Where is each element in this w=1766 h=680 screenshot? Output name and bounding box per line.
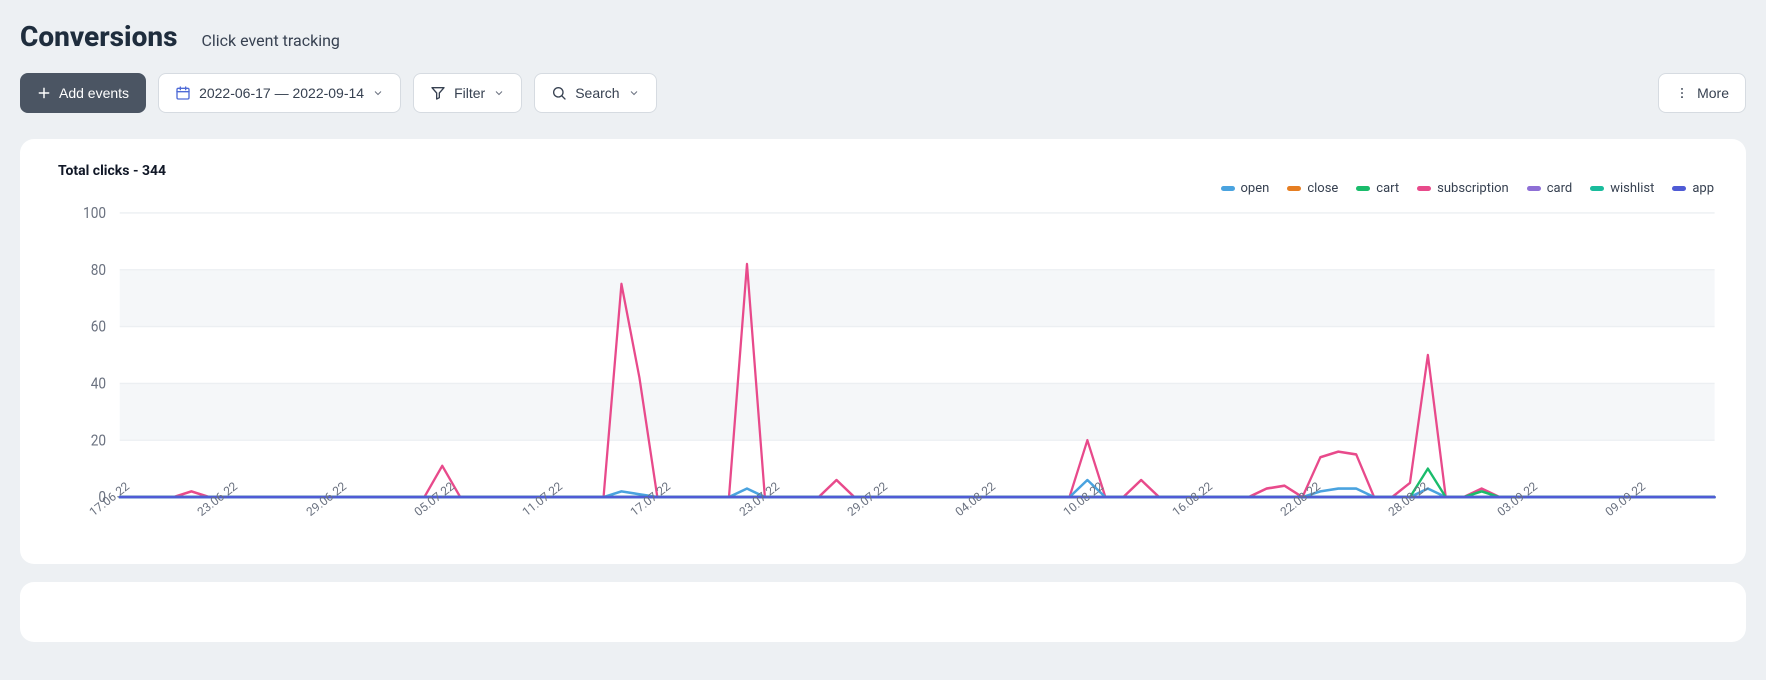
search-label: Search: [575, 85, 619, 101]
chart-legend: open close cart subscription card wishlist app: [40, 181, 1726, 200]
legend-item-close[interactable]: close: [1287, 181, 1338, 196]
chart-canvas: 020406080100: [40, 200, 1726, 510]
legend-swatch-icon: [1417, 186, 1431, 191]
legend-swatch-icon: [1356, 186, 1370, 191]
legend-swatch-icon: [1590, 186, 1604, 191]
secondary-card: [20, 582, 1746, 642]
svg-text:80: 80: [91, 260, 106, 279]
search-button[interactable]: Search: [534, 73, 656, 113]
svg-text:20: 20: [91, 431, 106, 450]
page-subtitle: Click event tracking: [201, 31, 339, 50]
svg-text:40: 40: [91, 374, 106, 393]
add-events-button[interactable]: Add events: [20, 73, 146, 113]
add-events-label: Add events: [59, 85, 129, 101]
legend-label: card: [1547, 181, 1573, 196]
chart-title: Total clicks - 344: [58, 163, 1726, 179]
filter-icon: [430, 85, 446, 101]
more-vertical-icon: [1675, 86, 1689, 100]
svg-text:100: 100: [83, 203, 106, 222]
page-header: Conversions Click event tracking: [20, 20, 1746, 53]
legend-label: wishlist: [1610, 181, 1654, 196]
calendar-icon: [175, 85, 191, 101]
legend-item-card[interactable]: card: [1527, 181, 1573, 196]
chevron-down-icon: [628, 87, 640, 99]
legend-label: app: [1692, 181, 1714, 196]
legend-item-wishlist[interactable]: wishlist: [1590, 181, 1654, 196]
svg-text:60: 60: [91, 317, 106, 336]
filter-label: Filter: [454, 85, 485, 101]
legend-label: open: [1241, 181, 1270, 196]
chart-card: Total clicks - 344 open close cart subscrip…: [20, 139, 1746, 564]
more-button[interactable]: More: [1658, 73, 1746, 113]
chevron-down-icon: [493, 87, 505, 99]
plus-icon: [37, 86, 51, 100]
legend-item-app[interactable]: app: [1672, 181, 1714, 196]
legend-label: subscription: [1437, 181, 1509, 196]
legend-swatch-icon: [1287, 186, 1301, 191]
search-icon: [551, 85, 567, 101]
date-range-label: 2022-06-17 — 2022-09-14: [199, 85, 364, 101]
legend-item-cart[interactable]: cart: [1356, 181, 1399, 196]
legend-swatch-icon: [1221, 186, 1235, 191]
legend-swatch-icon: [1672, 186, 1686, 191]
chart-x-labels: 17.06.2223.06.2229.06.2205.07.2211.07.22…: [110, 508, 1716, 540]
legend-item-open[interactable]: open: [1221, 181, 1270, 196]
filter-button[interactable]: Filter: [413, 73, 522, 113]
legend-item-subscription[interactable]: subscription: [1417, 181, 1509, 196]
date-range-button[interactable]: 2022-06-17 — 2022-09-14: [158, 73, 401, 113]
more-label: More: [1697, 85, 1729, 101]
toolbar: Add events 2022-06-17 — 2022-09-14 Filte…: [20, 73, 1746, 113]
chart: 020406080100 17.06.2223.06.2229.06.2205.…: [40, 200, 1726, 540]
chevron-down-icon: [372, 87, 384, 99]
legend-label: cart: [1376, 181, 1399, 196]
legend-label: close: [1307, 181, 1338, 196]
page-title: Conversions: [20, 20, 177, 53]
legend-swatch-icon: [1527, 186, 1541, 191]
